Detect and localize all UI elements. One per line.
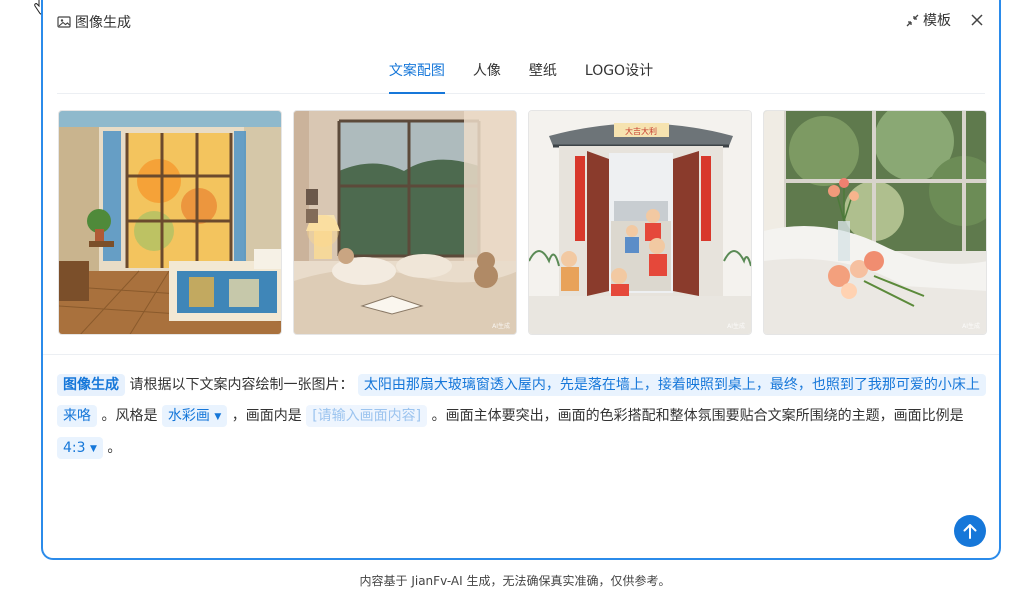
content-prefix: ，画面内是	[231, 408, 302, 424]
sample-gallery: AI生成 大吉大利 AI生成 AI生成	[58, 110, 987, 335]
sample-image-bedroom-flowers[interactable]: AI生成	[763, 110, 987, 335]
prompt-intro: 请根据以下文案内容绘制一张图片：	[129, 377, 354, 393]
image-generation-panel: 图像生成 模板 文案配图 人像 壁纸 LOGO设计 AI生成 大吉大利 AI生成…	[41, 0, 1001, 560]
style-value: 水彩画	[167, 408, 210, 424]
template-button[interactable]: 模板	[906, 10, 951, 30]
prompt-middle: 。画面主体要突出，画面的色彩搭配和整体氛围要贴合文案所围绕的主题，画面比例是	[431, 408, 964, 424]
ai-watermark: AI生成	[492, 323, 510, 330]
arrow-up-icon	[963, 524, 977, 539]
content-input[interactable]: [请输入画面内容]	[306, 405, 428, 427]
svg-text:大吉大利: 大吉大利	[625, 126, 657, 136]
sample-image-watercolor-bedroom[interactable]	[58, 110, 282, 335]
prompt-editor[interactable]: 图像生成 请根据以下文案内容绘制一张图片： 太阳由那扇大玻璃窗透入屋内，先是落在…	[57, 370, 987, 465]
close-icon[interactable]	[969, 12, 985, 28]
header-actions: 模板	[906, 10, 985, 30]
ratio-value: 4:3	[63, 440, 86, 456]
style-select[interactable]: 水彩画 ▼	[161, 405, 228, 427]
tab-portrait[interactable]: 人像	[473, 50, 501, 94]
panel-title-group: 图像生成	[57, 12, 131, 32]
sample-image-new-year-doorway[interactable]: 大吉大利 AI生成	[528, 110, 752, 335]
caret-down-icon: ▼	[89, 444, 97, 454]
ai-watermark: AI生成	[962, 323, 980, 330]
sample-image-rainy-window-bed[interactable]: AI生成	[293, 110, 517, 335]
disclaimer: 内容基于 JianFv-AI 生成，无法确保真实准确，仅供参考。	[359, 574, 671, 588]
section-divider	[43, 354, 999, 355]
style-prefix: 。风格是	[101, 408, 158, 424]
image-icon	[57, 16, 71, 28]
collapse-arrows-icon	[906, 14, 919, 26]
panel-title: 图像生成	[75, 15, 131, 31]
caret-down-icon: ▼	[214, 412, 222, 422]
prompt-end: 。	[107, 440, 122, 456]
tab-copy-illustration[interactable]: 文案配图	[388, 50, 445, 94]
ai-watermark: AI生成	[727, 323, 745, 330]
category-tabs: 文案配图 人像 壁纸 LOGO设计	[57, 50, 985, 94]
ratio-select[interactable]: 4:3 ▼	[57, 437, 103, 459]
tab-wallpaper[interactable]: 壁纸	[529, 50, 557, 94]
send-button[interactable]	[954, 515, 986, 547]
tab-logo-design[interactable]: LOGO设计	[585, 50, 653, 94]
prompt-type-chip: 图像生成	[57, 374, 125, 396]
template-label: 模板	[923, 13, 951, 29]
panel-header: 图像生成 模板	[57, 8, 985, 32]
